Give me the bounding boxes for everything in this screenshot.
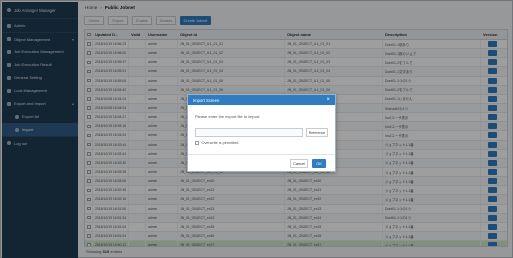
dialog-divider	[188, 154, 335, 155]
cancel-button[interactable]: Cancel	[290, 159, 308, 168]
reference-button[interactable]: Reference	[306, 128, 328, 137]
overwrite-option[interactable]: Overwrite is permitted	[195, 141, 238, 145]
dialog-title: Import Screen	[193, 97, 220, 103]
overwrite-label: Overwrite is permitted	[201, 141, 239, 145]
import-file-input[interactable]	[195, 128, 303, 137]
import-dialog: Import Screen × Please enter the export …	[187, 94, 336, 172]
ok-button[interactable]: OK	[312, 159, 326, 168]
dialog-message: Please enter the export file to import.	[195, 114, 261, 119]
dialog-header: Import Screen ×	[188, 95, 335, 105]
close-icon[interactable]: ×	[326, 97, 330, 103]
overwrite-checkbox[interactable]	[195, 141, 199, 145]
